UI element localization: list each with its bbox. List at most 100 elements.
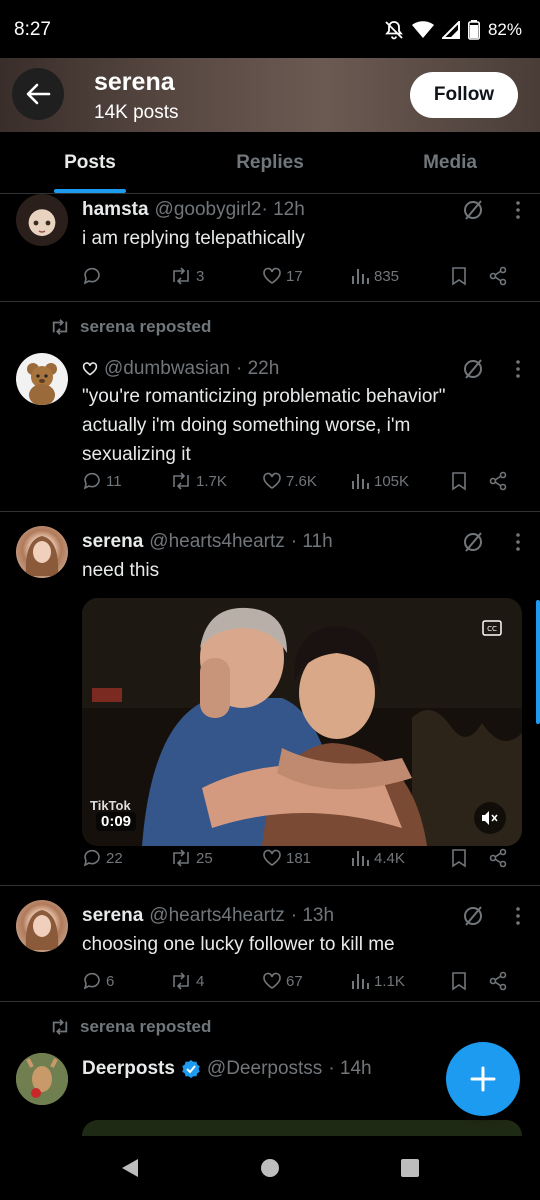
- like-count: 67: [286, 972, 303, 990]
- reply-button[interactable]: 11: [82, 471, 170, 491]
- grok-icon[interactable]: [462, 905, 484, 927]
- author-name[interactable]: hamsta: [82, 199, 149, 221]
- post[interactable]: serena reposted @dumbwasian · 22h "you'r…: [0, 302, 540, 512]
- post-text: need this: [82, 560, 160, 581]
- scrollbar[interactable]: [536, 600, 540, 724]
- repost-button[interactable]: 25: [170, 848, 262, 868]
- repost-button[interactable]: 1.7K: [170, 471, 262, 491]
- video-player[interactable]: CC TikTok 0:09: [82, 598, 522, 846]
- like-count: 17: [286, 267, 303, 285]
- avatar[interactable]: [16, 194, 68, 246]
- grok-icon[interactable]: [462, 358, 484, 380]
- share-icon: [489, 471, 507, 491]
- status-bar: 8:27 82%: [0, 0, 540, 60]
- arrow-left-icon: [26, 83, 51, 105]
- battery-percent: 82%: [487, 20, 522, 39]
- heart-outline-icon: [82, 362, 98, 376]
- more-icon[interactable]: [516, 907, 520, 925]
- like-button[interactable]: 7.6K: [262, 471, 350, 491]
- avatar-image: [25, 536, 59, 576]
- tab-media[interactable]: Media: [360, 132, 540, 193]
- post-actions: 22 25 181 4.4K: [82, 845, 514, 871]
- profile-tabs: Posts Replies Media: [0, 132, 540, 194]
- post[interactable]: serena @hearts4heartz · 11h need this CC…: [0, 512, 540, 886]
- home-circle-icon[interactable]: [260, 1158, 280, 1178]
- more-icon[interactable]: [516, 533, 520, 551]
- post-header: serena @hearts4heartz · 13h: [82, 902, 524, 930]
- more-icon[interactable]: [516, 360, 520, 378]
- author-handle[interactable]: @dumbwasian: [104, 358, 230, 380]
- share-button[interactable]: [488, 266, 508, 286]
- closed-captions-icon[interactable]: CC: [482, 620, 502, 636]
- compose-button[interactable]: [446, 1042, 520, 1116]
- bookmark-icon: [452, 267, 466, 286]
- author-name[interactable]: serena: [82, 531, 143, 553]
- reply-count: 6: [106, 972, 115, 990]
- reply-button[interactable]: 6: [82, 971, 170, 991]
- share-button[interactable]: [488, 848, 508, 868]
- mute-button[interactable]: [474, 802, 506, 834]
- like-count: 7.6K: [286, 472, 317, 490]
- tab-replies[interactable]: Replies: [180, 132, 360, 193]
- bell-off-icon: [385, 21, 403, 40]
- like-button[interactable]: 17: [262, 266, 350, 286]
- media-preview[interactable]: [82, 1120, 522, 1136]
- repost-count: 25: [196, 849, 213, 867]
- share-button[interactable]: [488, 471, 508, 491]
- repost-button[interactable]: 4: [170, 971, 262, 991]
- back-triangle-icon[interactable]: [120, 1157, 140, 1179]
- bookmark-button[interactable]: [450, 266, 488, 286]
- reply-button[interactable]: [82, 266, 170, 286]
- wifi-icon: [411, 21, 434, 38]
- reply-button[interactable]: 22: [82, 848, 170, 868]
- grok-icon[interactable]: [462, 199, 484, 221]
- views-icon: [352, 474, 369, 489]
- avatar-image: [27, 363, 57, 405]
- bookmark-icon: [452, 472, 466, 491]
- recents-square-icon[interactable]: [400, 1158, 420, 1178]
- tab-posts[interactable]: Posts: [0, 132, 180, 193]
- author-name[interactable]: Deerposts: [82, 1058, 175, 1080]
- system-nav-bar: [0, 1136, 540, 1200]
- reply-icon: [83, 972, 100, 990]
- avatar[interactable]: [16, 900, 68, 952]
- follow-button[interactable]: Follow: [410, 72, 518, 118]
- back-button[interactable]: [12, 68, 64, 120]
- post-text: i am replying telepathically: [82, 228, 305, 249]
- post-text-line: sexualizing it: [82, 444, 191, 465]
- post-header: hamsta @goobygirl2 · 12h: [82, 196, 524, 224]
- heart-icon: [263, 972, 281, 989]
- avatar[interactable]: [16, 1053, 68, 1105]
- repost-label: serena reposted: [80, 317, 212, 336]
- grok-icon[interactable]: [462, 531, 484, 553]
- video-duration: 0:09: [96, 812, 137, 831]
- timeline-feed[interactable]: hamsta @goobygirl2 · 12h i am replying t…: [0, 194, 540, 1136]
- avatar[interactable]: [16, 353, 68, 405]
- author-handle[interactable]: @hearts4heartz: [149, 531, 284, 553]
- author-handle[interactable]: @goobygirl2: [155, 199, 262, 221]
- author-name[interactable]: serena: [82, 905, 143, 927]
- author-handle[interactable]: @hearts4heartz: [149, 905, 284, 927]
- more-icon[interactable]: [516, 201, 520, 219]
- post-time: · 14h: [328, 1058, 372, 1079]
- views-button[interactable]: 1.1K: [350, 971, 450, 991]
- share-icon: [489, 266, 507, 286]
- heart-icon: [263, 267, 281, 284]
- bookmark-button[interactable]: [450, 471, 488, 491]
- share-button[interactable]: [488, 971, 508, 991]
- like-button[interactable]: 67: [262, 971, 350, 991]
- like-button[interactable]: 181: [262, 848, 350, 868]
- volume-muted-icon: [482, 811, 498, 825]
- post[interactable]: hamsta @goobygirl2 · 12h i am replying t…: [0, 194, 540, 302]
- bookmark-button[interactable]: [450, 971, 488, 991]
- post-time: · 12h: [261, 199, 305, 220]
- repost-button[interactable]: 3: [170, 266, 262, 286]
- avatar[interactable]: [16, 526, 68, 578]
- post[interactable]: serena @hearts4heartz · 13h choosing one…: [0, 886, 540, 1002]
- views-button[interactable]: 835: [350, 266, 450, 286]
- views-button[interactable]: 4.4K: [350, 848, 450, 868]
- bookmark-button[interactable]: [450, 848, 488, 868]
- views-button[interactable]: 105K: [350, 471, 450, 491]
- author-handle[interactable]: @Deerpostss: [207, 1058, 322, 1080]
- tiktok-watermark: TikTok: [90, 798, 131, 813]
